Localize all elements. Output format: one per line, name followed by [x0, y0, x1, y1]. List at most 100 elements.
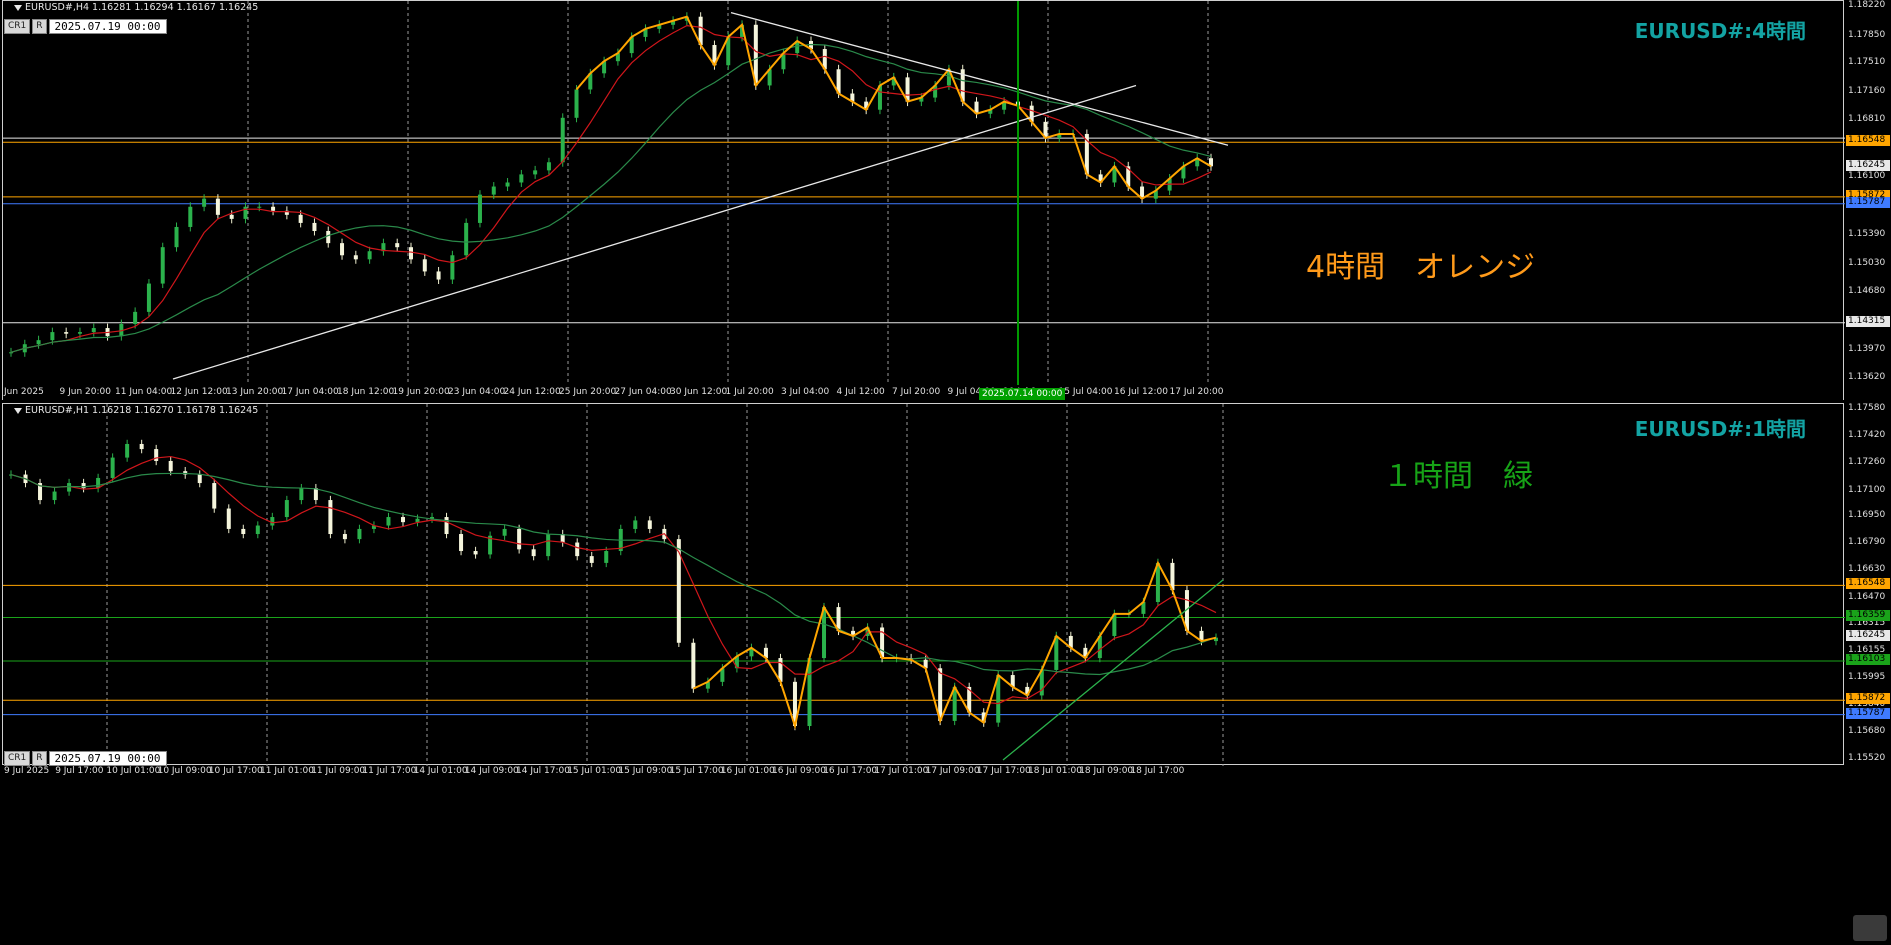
candle-body [409, 247, 413, 260]
candle-body [422, 259, 427, 272]
time-axis-label: 15 Jul 09:00 [618, 766, 673, 776]
time-axis-label: 10 Jul 01:00 [106, 766, 161, 776]
candle-body [226, 508, 231, 529]
candle-body [436, 271, 441, 280]
h1-chart-pane[interactable]: EURUSD#,H1 1.16218 1.16270 1.16178 1.162… [0, 403, 1891, 931]
candle-body [188, 206, 193, 227]
r-button[interactable]: R [32, 751, 47, 766]
time-axis-label: 14 Jul 17:00 [516, 766, 570, 776]
candle-body [340, 243, 345, 256]
price-axis-label: 1.16950 [1848, 510, 1886, 521]
time-axis-label: 10 Jul 09:00 [157, 766, 212, 776]
chevron-down-icon[interactable] [14, 407, 22, 414]
price-axis-label: 1.15680 [1848, 725, 1886, 736]
price-tag: 1.16548 [1846, 135, 1890, 147]
candle-body [241, 528, 246, 535]
price-tag: 1.15787 [1846, 707, 1890, 719]
candle-body [64, 332, 69, 334]
h1-symbol-header: EURUSD#,H1 1.16218 1.16270 1.16178 1.162… [14, 405, 258, 416]
candle-body [531, 549, 536, 557]
h1-date-toolbar: CR1 R 2025.07.19 00:00 [4, 751, 167, 766]
candle-body [546, 162, 551, 171]
crosshair-time-tag: 2025.07.14 00:00 [979, 388, 1066, 400]
h1-annotation: １時間 緑 [1383, 459, 1533, 494]
time-axis-label: 1 Jul 20:00 [725, 387, 774, 397]
candle-body [255, 525, 260, 535]
candle-body [328, 500, 333, 535]
candle-body [298, 214, 303, 223]
candle-body [284, 500, 289, 518]
candle-body [560, 117, 565, 163]
candle-body [604, 551, 609, 563]
time-axis-label: 10 Jul 17:00 [208, 766, 263, 776]
time-axis-label: 12 Jun 12:00 [170, 387, 228, 397]
candle-body [202, 198, 207, 207]
price-axis-label: 1.17260 [1848, 457, 1886, 468]
time-axis-label: 11 Jun 04:00 [115, 387, 173, 397]
price-axis-label: 1.17850 [1848, 29, 1886, 40]
price-axis-label: 1.15030 [1848, 257, 1886, 268]
price-axis-label: 1.14680 [1848, 286, 1886, 297]
candle-body [133, 311, 138, 325]
price-axis-label: 1.16630 [1848, 564, 1886, 575]
time-axis-label: 17 Jul 17:00 [976, 766, 1031, 776]
time-axis-label: Jun 2025 [4, 387, 44, 397]
time-axis-label: 27 Jun 04:00 [614, 387, 672, 397]
candle-body [353, 255, 358, 260]
time-axis-label: 17 Jun 04:00 [281, 387, 339, 397]
h4-annotation: 4時間 オレンジ [1306, 250, 1536, 285]
r-button[interactable]: R [32, 19, 47, 34]
price-axis-label: 1.17420 [1848, 430, 1886, 441]
time-axis-label: 4 Jul 12:00 [836, 387, 885, 397]
price-axis-label: 1.18220 [1848, 0, 1886, 10]
candle-body [342, 534, 347, 540]
candle-body [212, 483, 217, 509]
price-axis-label: 1.16100 [1848, 171, 1886, 182]
candle-body [197, 474, 202, 484]
candle-body [174, 226, 179, 248]
time-axis-label: 17 Jul 01:00 [874, 766, 929, 776]
time-axis-label: 18 Jul 17:00 [1130, 766, 1185, 776]
candle-body [450, 255, 455, 280]
date-input[interactable]: 2025.07.19 00:00 [48, 19, 167, 34]
time-axis-label: 14 Jul 01:00 [413, 766, 468, 776]
cr1-button[interactable]: CR1 [4, 751, 31, 766]
price-axis-label: 1.15390 [1848, 228, 1886, 239]
candle-body [464, 222, 469, 256]
candle-body [229, 214, 234, 219]
price-axis-label: 1.16810 [1848, 114, 1886, 125]
h4-date-toolbar: CR1 R 2025.07.19 00:00 [4, 19, 167, 34]
price-axis-label: 1.15520 [1848, 753, 1886, 763]
candle-body [473, 551, 478, 555]
h1-plot-area[interactable] [2, 403, 1845, 766]
time-axis-label: 13 Jun 20:00 [226, 387, 284, 397]
price-axis-label: 1.16790 [1848, 537, 1886, 548]
candle-body [491, 186, 496, 195]
time-axis-label: 24 Jun 12:00 [503, 387, 561, 397]
h4-chart-title: EURUSD#:4時間 [1634, 19, 1806, 43]
h1-chart-svg[interactable] [3, 404, 1845, 766]
candle-body [357, 528, 362, 540]
time-axis-label: 11 Jul 01:00 [260, 766, 314, 776]
candle-body [386, 517, 391, 526]
candle-body [502, 528, 507, 536]
time-axis-label: 19 Jun 20:00 [392, 387, 450, 397]
candle-body [477, 194, 482, 223]
candle-body [125, 443, 130, 458]
cr1-button[interactable]: CR1 [4, 19, 31, 34]
candle-body [271, 206, 276, 211]
date-input[interactable]: 2025.07.19 00:00 [48, 751, 167, 766]
candle-body [415, 518, 420, 523]
chevron-down-icon[interactable] [14, 4, 22, 11]
time-axis-label: 16 Jul 09:00 [772, 766, 826, 776]
candle-body [505, 182, 510, 187]
candle-body [574, 89, 579, 118]
candle-body [154, 449, 159, 461]
candle-body [589, 556, 594, 563]
time-axis-label: 15 Jul 04:00 [1058, 387, 1113, 397]
candle-body [91, 328, 96, 333]
candle-body [395, 243, 400, 248]
price-tag: 1.16103 [1846, 653, 1890, 665]
price-tag: 1.15787 [1846, 196, 1890, 208]
time-axis-label: 16 Jul 12:00 [1114, 387, 1168, 397]
